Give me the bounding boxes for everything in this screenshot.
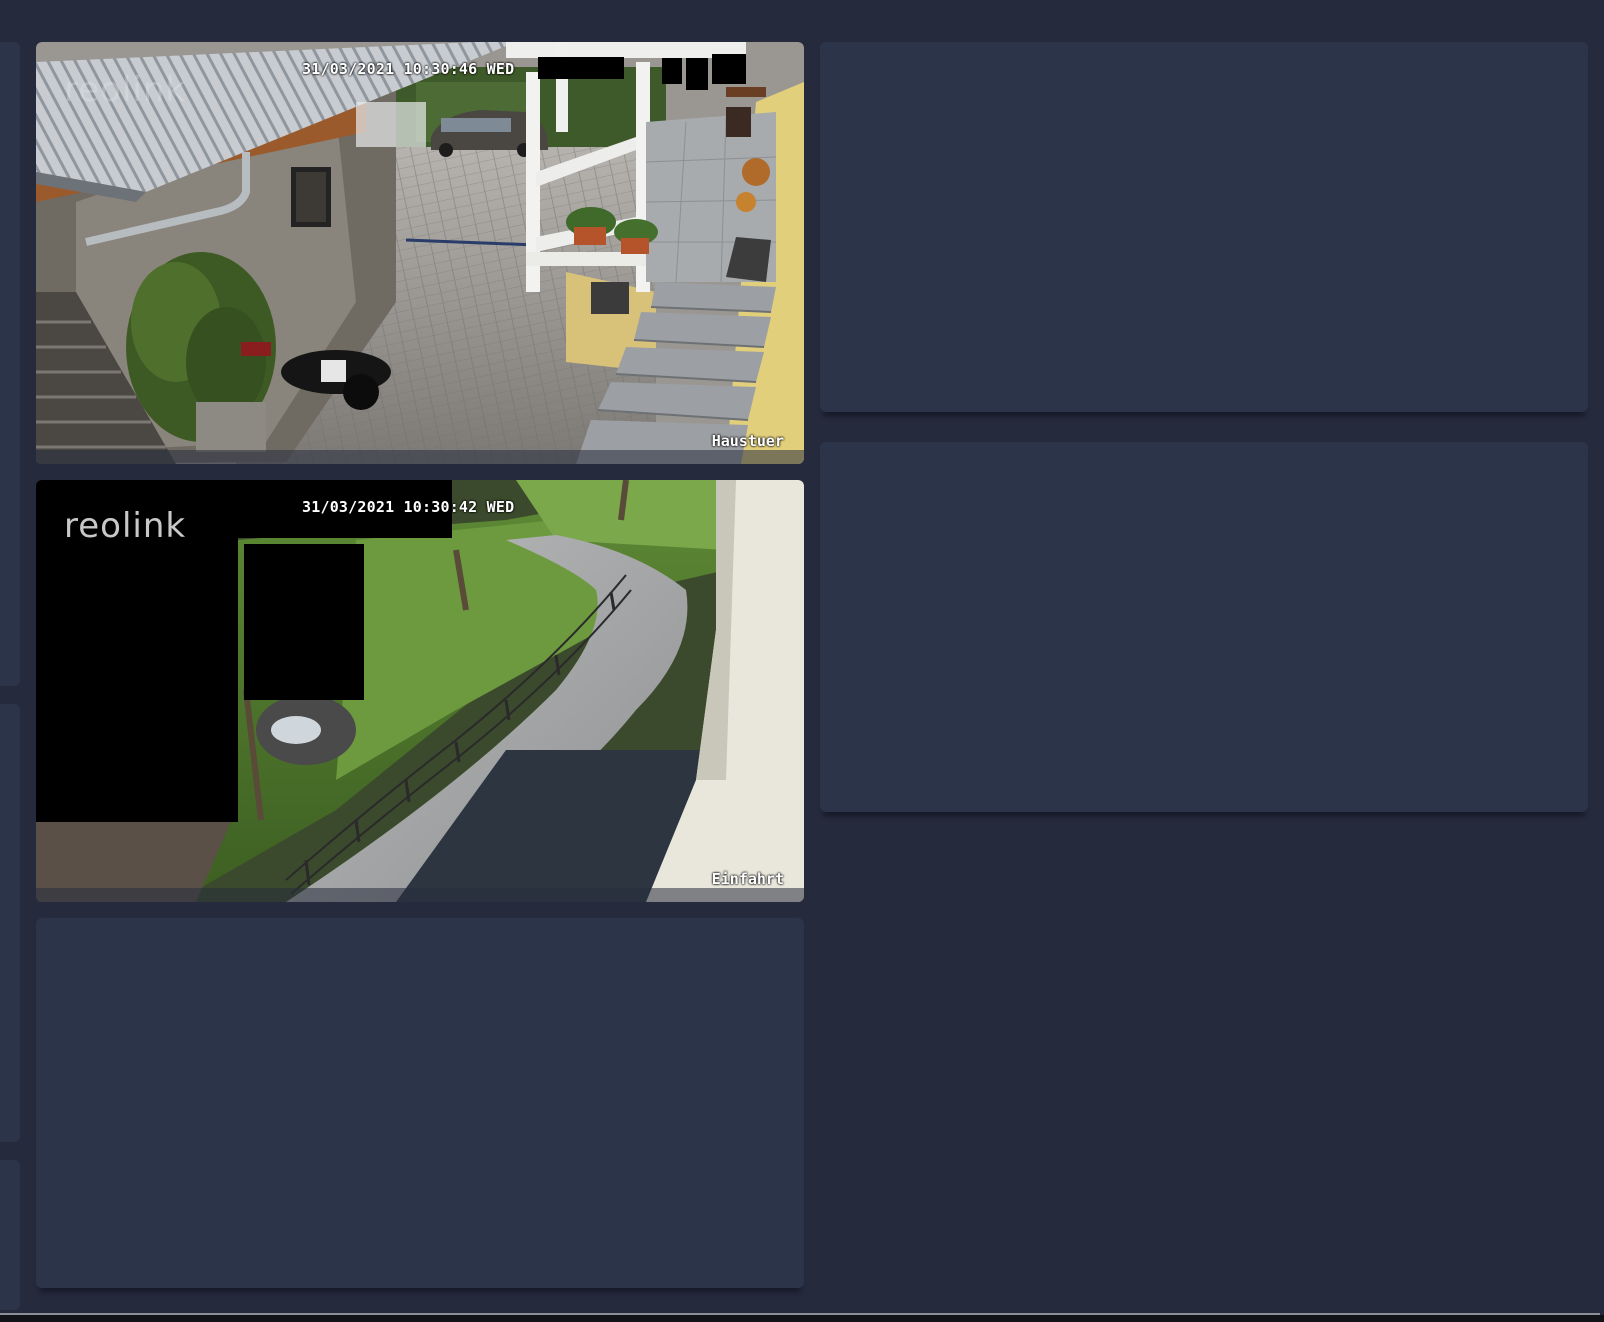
redaction-box	[712, 54, 746, 84]
brand-logo: reolink	[64, 506, 187, 546]
camera-caption-bar	[36, 450, 804, 464]
empty-card	[36, 918, 804, 1288]
redaction-box	[244, 544, 364, 700]
empty-card	[820, 42, 1588, 412]
camera-name: Einfahrt	[711, 870, 784, 888]
camera-timestamp: 31/03/2021 10:30:46 WED	[302, 60, 515, 78]
redaction-box	[538, 57, 624, 79]
left-card-edge	[0, 42, 20, 686]
camera-feed-haustuer[interactable]: reolink 31/03/2021 10:30:46 WED Haustuer	[36, 42, 804, 464]
redaction-box	[662, 58, 682, 84]
left-card-edge	[0, 704, 20, 1142]
dashboard: reolink 31/03/2021 10:30:46 WED Haustuer	[0, 0, 1604, 1322]
redaction-box	[686, 58, 708, 90]
camera-timestamp: 31/03/2021 10:30:42 WED	[302, 498, 515, 516]
left-card-edge	[0, 1160, 20, 1310]
window-footer	[0, 1315, 1604, 1322]
camera-caption-bar	[36, 888, 804, 902]
camera-feed-einfahrt[interactable]: reolink 31/03/2021 10:30:42 WED Einfahrt	[36, 480, 804, 902]
brand-watermark: reolink	[64, 70, 187, 110]
empty-card	[820, 442, 1588, 812]
camera-name: Haustuer	[711, 432, 784, 450]
